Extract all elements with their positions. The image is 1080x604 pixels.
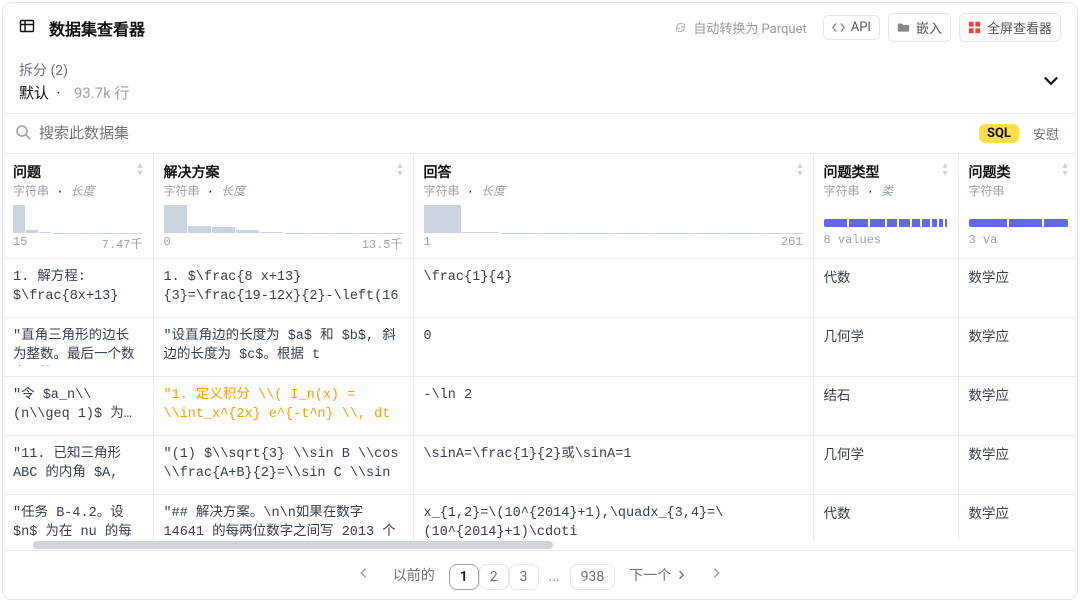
table-row[interactable]: "11. 已知三角形 ABC 的内角 $A, B, C$ …"(1) $\\sq…	[3, 436, 1077, 495]
last-page-button[interactable]	[701, 562, 731, 588]
data-table: 问题字符串 · 长度▴▾157.47千解决方案字符串 · 长度▴▾013.5千回…	[3, 154, 1077, 540]
table-cell: x_{1,2}=\(10^{2014}+1),\quadx_{3,4}=\(10…	[413, 495, 813, 541]
split-selector[interactable]: 拆分 (2) 默认 · 93.7k 行	[3, 52, 1077, 114]
table-cell: "令 $a_n\\ (n\\geq 1)$ 为…	[3, 377, 153, 436]
chevron-down-icon	[1041, 70, 1061, 94]
api-button[interactable]: API	[823, 15, 880, 40]
page-button[interactable]: 1	[449, 564, 479, 590]
fullscreen-button[interactable]: 全屏查看器	[959, 13, 1061, 42]
table-cell: 数学应	[958, 495, 1077, 541]
table-cell: "设直角边的长度为 $a$ 和 $b$, 斜边的长度为 $c$。根据 t (..…	[153, 318, 413, 377]
table-cell: 1. 解方程: $\frac{8x+13}{3}=\frac{19…	[3, 259, 153, 318]
sort-icon[interactable]: ▴▾	[397, 162, 402, 178]
table-cell: "直角三角形的边长为整数。最后一个数字可能…	[3, 318, 153, 377]
data-table-wrapper[interactable]: 问题字符串 · 长度▴▾157.47千解决方案字符串 · 长度▴▾013.5千回…	[3, 154, 1077, 540]
table-icon	[19, 18, 35, 38]
pagination: 以前的 123...938 下一个	[3, 550, 1077, 599]
search-input[interactable]	[39, 125, 971, 142]
refresh-icon	[674, 21, 687, 34]
table-cell: 数学应	[958, 318, 1077, 377]
table-row[interactable]: 1. 解方程: $\frac{8x+13}{3}=\frac{19…1. $\f…	[3, 259, 1077, 318]
sort-icon[interactable]: ▴▾	[797, 162, 802, 178]
table-cell: "11. 已知三角形 ABC 的内角 $A, B, C$ …	[3, 436, 153, 495]
column-header[interactable]: 回答字符串 · 长度▴▾1261	[413, 154, 813, 259]
split-rowcount: 93.7k 行	[74, 84, 130, 102]
page-button[interactable]: 938	[570, 564, 616, 590]
table-cell: -\ln 2	[413, 377, 813, 436]
column-header[interactable]: 解决方案字符串 · 长度▴▾013.5千	[153, 154, 413, 259]
table-cell: 几何学	[813, 436, 958, 495]
table-cell: "## 解决方案。\n\n如果在数字 14641 的每两位数字之间写 2013 …	[153, 495, 413, 541]
sort-icon[interactable]: ▴▾	[137, 162, 142, 178]
scrollbar-thumb[interactable]	[33, 541, 553, 549]
search-icon	[15, 124, 31, 144]
table-cell: \sinA=\frac{1}{2}或\sinA=1	[413, 436, 813, 495]
table-cell: 0	[413, 318, 813, 377]
page-ellipsis: ...	[539, 565, 570, 589]
folder-icon	[897, 21, 910, 34]
table-cell: 几何学	[813, 318, 958, 377]
next-page-button[interactable]: 下一个	[619, 561, 697, 589]
table-cell: 数学应	[958, 377, 1077, 436]
search-bar: SQL 安慰	[3, 114, 1077, 154]
column-header[interactable]: 问题类字符串▴▾3 va	[958, 154, 1077, 259]
table-cell: "1. 定义积分 \\( I_n(x) = \\int_x^{2x} e^{-t…	[153, 377, 413, 436]
code-icon	[832, 21, 845, 34]
column-header[interactable]: 问题字符串 · 长度▴▾157.47千	[3, 154, 153, 259]
table-row[interactable]: "任务 B-4.2。设 $n$ 为在 nu 的每两位数…"## 解决方案。\n\…	[3, 495, 1077, 541]
table-row[interactable]: "令 $a_n\\ (n\\geq 1)$ 为…"1. 定义积分 \\( I_n…	[3, 377, 1077, 436]
column-header[interactable]: 问题类型字符串 · 类▴▾8 values	[813, 154, 958, 259]
table-row[interactable]: "直角三角形的边长为整数。最后一个数字可能…"设直角边的长度为 $a$ 和 $b…	[3, 318, 1077, 377]
prev-page-button[interactable]: 以前的	[383, 561, 445, 589]
convert-parquet-button[interactable]: 自动转换为 Parquet	[666, 14, 814, 41]
horizontal-scrollbar[interactable]	[3, 540, 1077, 550]
sort-icon[interactable]: ▴▾	[1062, 162, 1067, 178]
table-cell: 代数	[813, 495, 958, 541]
grid-icon	[968, 21, 981, 34]
table-cell: \frac{1}{4}	[413, 259, 813, 318]
page-button[interactable]: 3	[509, 564, 539, 590]
split-label: 拆分 (2)	[19, 60, 129, 80]
viewer-header: 数据集查看器 自动转换为 Parquet API 嵌入 全屏查看器	[3, 3, 1077, 52]
embed-button[interactable]: 嵌入	[888, 13, 951, 42]
table-cell: "任务 B-4.2。设 $n$ 为在 nu 的每两位数…	[3, 495, 153, 541]
split-name: 默认	[19, 84, 49, 102]
table-cell: 1. $\frac{8 x+13}{3}=\frac{19-12x}{2}-\l…	[153, 259, 413, 318]
table-cell: 代数	[813, 259, 958, 318]
table-cell: "(1) $\\sqrt{3} \\sin B \\cos \\frac{A+B…	[153, 436, 413, 495]
sort-icon[interactable]: ▴▾	[942, 162, 947, 178]
sql-toggle[interactable]: SQL	[979, 124, 1019, 143]
comfort-toggle[interactable]: 安慰	[1027, 122, 1065, 145]
table-cell: 数学应	[958, 436, 1077, 495]
first-page-button[interactable]	[349, 562, 379, 588]
table-cell: 数学应	[958, 259, 1077, 318]
page-button[interactable]: 2	[479, 564, 509, 590]
table-cell: 结石	[813, 377, 958, 436]
viewer-title: 数据集查看器	[49, 16, 145, 40]
